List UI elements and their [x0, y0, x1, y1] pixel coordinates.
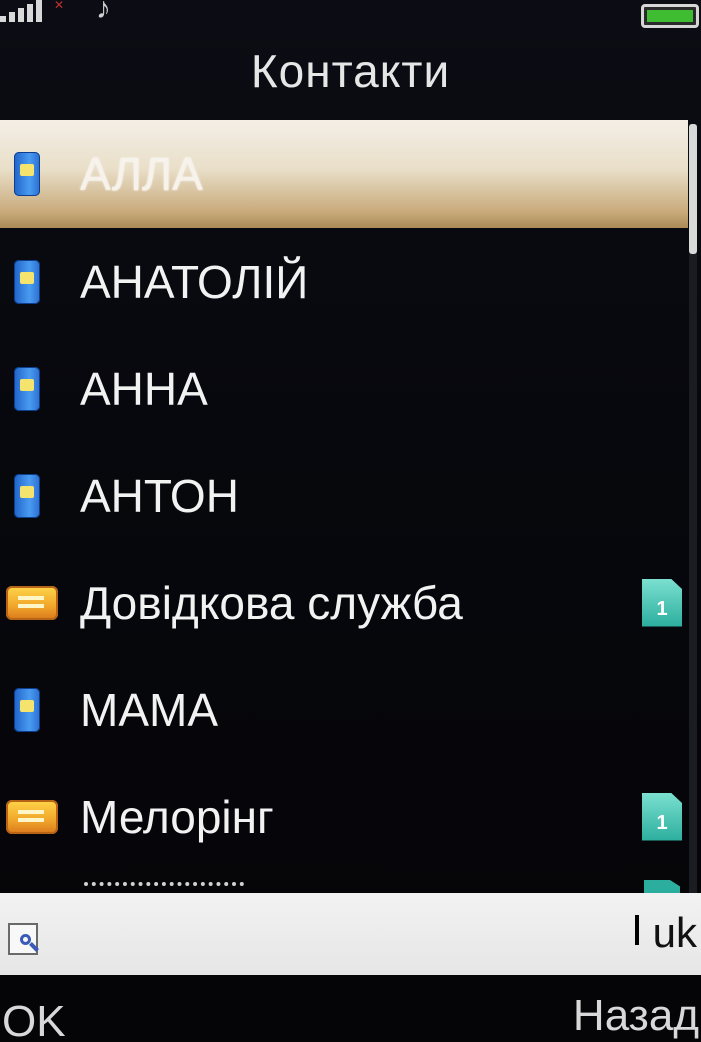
- softkey-bar: OK Назад: [0, 975, 701, 1042]
- contact-name: АНАТОЛІЙ: [80, 255, 309, 308]
- text-cursor: [635, 915, 639, 945]
- back-softkey[interactable]: Назад: [573, 991, 699, 1041]
- sim-1-badge-icon: 1: [642, 792, 682, 841]
- sim-card-contact-icon: [6, 585, 58, 620]
- input-language-indicator: uk: [652, 909, 697, 956]
- phone-icon: [14, 366, 40, 411]
- battery-full-icon: [641, 4, 699, 28]
- phone-icon: [14, 259, 40, 304]
- ok-softkey[interactable]: OK: [2, 997, 66, 1042]
- contact-name: Довідкова служба: [80, 576, 463, 629]
- music-note-icon: ♪: [96, 0, 111, 25]
- contact-name: АННА: [80, 362, 208, 415]
- contact-name: МАМА: [80, 683, 218, 736]
- page-title: Контакти: [250, 45, 451, 97]
- contacts-list[interactable]: АЛЛА АНАТОЛІЙ АННА АНТОН Довідкова служб…: [0, 120, 688, 870]
- scrollbar-thumb[interactable]: [689, 124, 697, 254]
- contact-item-mama[interactable]: МАМА: [0, 656, 688, 763]
- phone-icon: [14, 152, 40, 196]
- phone-icon: [14, 473, 40, 518]
- list-scrollbar[interactable]: [689, 124, 697, 894]
- search-input[interactable]: [50, 907, 624, 965]
- search-icon: [8, 923, 38, 955]
- search-bar[interactable]: uk: [0, 893, 701, 975]
- contact-name: АЛЛА: [80, 148, 203, 200]
- sim-card-contact-icon: [6, 799, 58, 834]
- contact-item-dovidkova-sluzhba[interactable]: Довідкова служба 1: [0, 549, 688, 656]
- contact-name: Мелорінг: [80, 790, 274, 843]
- contact-name: АНТОН: [80, 469, 239, 522]
- contact-item-anna[interactable]: АННА: [0, 335, 688, 442]
- contact-item-alla[interactable]: АЛЛА: [0, 120, 688, 228]
- signal-bars-icon: [0, 0, 42, 22]
- status-bar: ✕ ♪: [0, 0, 701, 34]
- phone-screen: ✕ ♪ Контакти АЛЛА АНАТОЛІЙ АННА АНТОН До…: [0, 0, 701, 1042]
- contact-item-anatoliy[interactable]: АНАТОЛІЙ: [0, 228, 688, 335]
- contact-item-anton[interactable]: АНТОН: [0, 442, 688, 549]
- no-network-x-icon: ✕: [54, 0, 65, 12]
- contact-item-meloring[interactable]: Мелорінг 1: [0, 763, 688, 870]
- sim-1-badge-icon: 1: [642, 578, 682, 627]
- phone-icon: [14, 687, 40, 732]
